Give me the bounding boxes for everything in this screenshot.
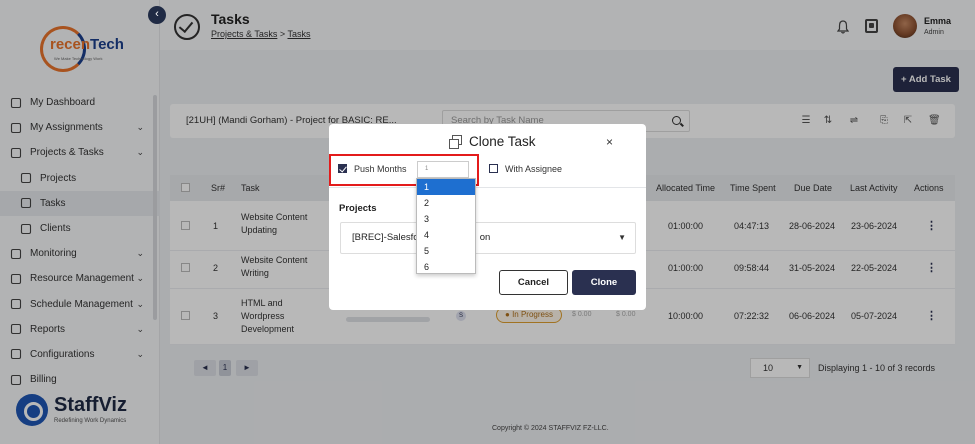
cancel-button[interactable]: Cancel	[499, 270, 568, 295]
with-assignee-checkbox[interactable]	[489, 164, 498, 173]
projects-label: Projects	[339, 203, 377, 214]
chevron-down-icon: ▼	[618, 233, 626, 242]
close-icon[interactable]: ×	[606, 135, 613, 149]
collapse-sidebar-button[interactable]: ‹	[148, 6, 166, 24]
months-dropdown-list: 123456	[416, 178, 476, 274]
clone-icon	[449, 135, 462, 149]
projects-select[interactable]: [BREC]-Salesfor on ▼	[340, 222, 636, 254]
clone-task-modal: Clone Task × Push Months 1 With Assignee…	[329, 124, 646, 310]
modal-title: Clone Task	[469, 134, 536, 149]
month-option[interactable]: 1	[417, 179, 475, 195]
divider	[329, 187, 646, 188]
month-option[interactable]: 6	[417, 259, 475, 275]
month-option[interactable]: 4	[417, 227, 475, 243]
clone-button[interactable]: Clone	[572, 270, 636, 295]
month-option[interactable]: 5	[417, 243, 475, 259]
month-option[interactable]: 3	[417, 211, 475, 227]
with-assignee-label: With Assignee	[505, 164, 563, 174]
month-option[interactable]: 2	[417, 195, 475, 211]
